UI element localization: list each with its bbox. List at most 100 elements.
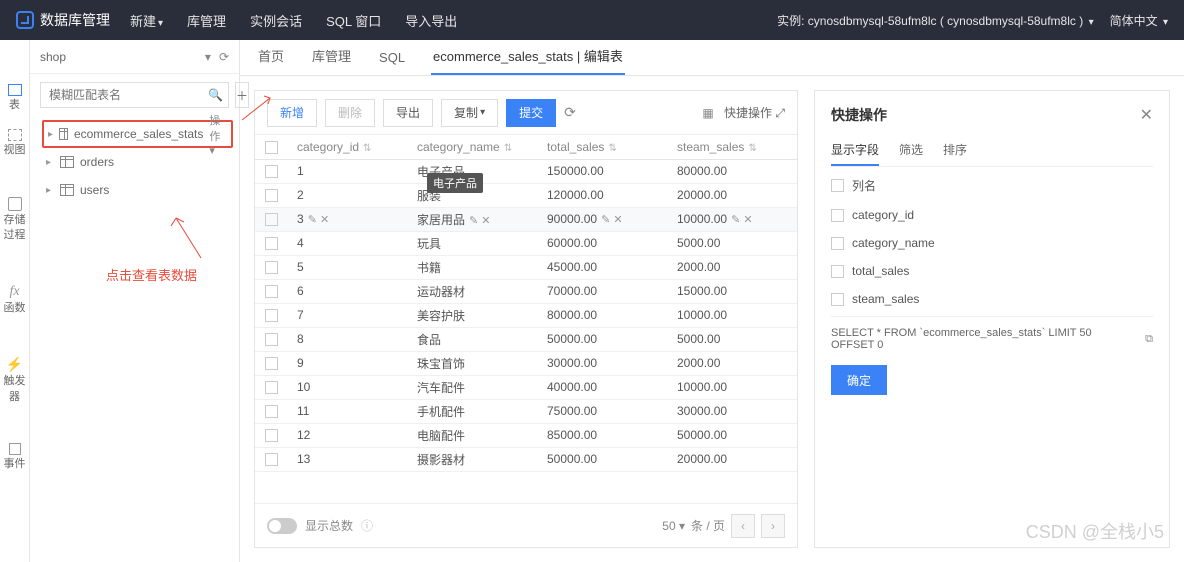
confirm-button[interactable]: 确定 bbox=[831, 365, 887, 395]
expand-icon[interactable]: ▸ bbox=[46, 157, 54, 168]
chevron-down-icon[interactable]: ▾ bbox=[205, 50, 211, 64]
rail-trigger[interactable]: ⚡触发器 bbox=[0, 351, 29, 409]
panel-tab-filter[interactable]: 筛选 bbox=[899, 135, 923, 166]
cell-id[interactable]: 4 bbox=[287, 231, 407, 255]
field-checkbox[interactable] bbox=[831, 237, 844, 250]
table-row[interactable]: 7美容护肤80000.0010000.00 bbox=[255, 303, 797, 327]
tab-home[interactable]: 首页 bbox=[256, 40, 286, 75]
table-row[interactable]: 2服装120000.0020000.00 bbox=[255, 183, 797, 207]
table-row[interactable]: 12电脑配件85000.0050000.00 bbox=[255, 423, 797, 447]
col-header[interactable]: category_name⇅ bbox=[407, 135, 537, 159]
refresh-icon[interactable]: ⟳ bbox=[219, 50, 229, 64]
rail-table[interactable]: 表 bbox=[8, 80, 22, 117]
cell-steam[interactable]: 15000.00 bbox=[667, 279, 797, 303]
cell-name[interactable]: 食品 bbox=[407, 327, 537, 351]
edit-icon[interactable]: ✎ ✕ bbox=[731, 214, 753, 226]
tree-node-ecommerce[interactable]: ▸ ecommerce_sales_stats 操作 ▾ bbox=[42, 120, 233, 148]
cell-total[interactable]: 40000.00 bbox=[537, 375, 667, 399]
cell-id[interactable]: 13 bbox=[287, 447, 407, 471]
menu-import-export[interactable]: 导入导出 bbox=[405, 11, 457, 30]
cell-name[interactable]: 家居用品✎ ✕ bbox=[407, 207, 537, 231]
cell-id[interactable]: 11 bbox=[287, 399, 407, 423]
expand-icon[interactable]: ▸ bbox=[48, 129, 53, 140]
cell-total[interactable]: 30000.00 bbox=[537, 351, 667, 375]
cell-id[interactable]: 2 bbox=[287, 183, 407, 207]
row-checkbox[interactable] bbox=[265, 309, 278, 322]
cell-name[interactable]: 电脑配件 bbox=[407, 423, 537, 447]
cell-total[interactable]: 70000.00 bbox=[537, 279, 667, 303]
cell-steam[interactable]: 5000.00 bbox=[667, 231, 797, 255]
table-row[interactable]: 8食品50000.005000.00 bbox=[255, 327, 797, 351]
cell-name[interactable]: 汽车配件 bbox=[407, 375, 537, 399]
tree-node-users[interactable]: ▸ users bbox=[46, 176, 229, 204]
db-selector[interactable]: shop ▾ ⟳ bbox=[30, 40, 239, 74]
cell-total[interactable]: 150000.00 bbox=[537, 159, 667, 183]
submit-button[interactable]: 提交 bbox=[506, 99, 556, 127]
row-checkbox[interactable] bbox=[265, 381, 278, 394]
edit-icon[interactable]: ✎ ✕ bbox=[601, 214, 623, 226]
select-all-checkbox[interactable] bbox=[265, 141, 278, 154]
next-page-button[interactable]: › bbox=[761, 514, 785, 538]
sort-icon[interactable]: ⇅ bbox=[608, 143, 616, 154]
cell-steam[interactable]: 10000.00✎ ✕ bbox=[667, 207, 797, 231]
row-checkbox[interactable] bbox=[265, 453, 278, 466]
table-row[interactable]: 3✎ ✕家居用品✎ ✕90000.00✎ ✕10000.00✎ ✕ bbox=[255, 207, 797, 231]
grid-icon[interactable]: ▦ bbox=[700, 105, 716, 121]
cell-id[interactable]: 7 bbox=[287, 303, 407, 327]
cell-steam[interactable]: 10000.00 bbox=[667, 303, 797, 327]
instance-selector[interactable]: 实例: cynosdbmysql-58ufm8lc ( cynosdbmysql… bbox=[777, 12, 1093, 29]
panel-tab-fields[interactable]: 显示字段 bbox=[831, 135, 879, 166]
cell-steam[interactable]: 5000.00 bbox=[667, 327, 797, 351]
cell-name[interactable]: 美容护肤 bbox=[407, 303, 537, 327]
field-checkbox[interactable] bbox=[831, 179, 844, 192]
field-checkbox[interactable] bbox=[831, 265, 844, 278]
delete-button[interactable]: 删除 bbox=[325, 99, 375, 127]
row-checkbox[interactable] bbox=[265, 165, 278, 178]
row-checkbox[interactable] bbox=[265, 285, 278, 298]
sort-icon[interactable]: ⇅ bbox=[363, 143, 371, 154]
rail-proc[interactable]: 存储过程 bbox=[0, 193, 29, 248]
table-row[interactable]: 1电子产品150000.0080000.00 bbox=[255, 159, 797, 183]
col-header[interactable]: steam_sales⇅ bbox=[667, 135, 797, 159]
cell-name[interactable]: 运动器材 bbox=[407, 279, 537, 303]
col-header[interactable]: total_sales⇅ bbox=[537, 135, 667, 159]
row-checkbox[interactable] bbox=[265, 189, 278, 202]
cell-id[interactable]: 8 bbox=[287, 327, 407, 351]
cell-steam[interactable]: 20000.00 bbox=[667, 183, 797, 207]
table-row[interactable]: 10汽车配件40000.0010000.00 bbox=[255, 375, 797, 399]
table-row[interactable]: 13摄影器材50000.0020000.00 bbox=[255, 447, 797, 471]
field-checkbox[interactable] bbox=[831, 209, 844, 222]
refresh-icon[interactable]: ⟳ bbox=[564, 104, 576, 121]
cell-total[interactable]: 50000.00 bbox=[537, 327, 667, 351]
cell-id[interactable]: 1 bbox=[287, 159, 407, 183]
rail-event[interactable]: 事件 bbox=[4, 439, 26, 476]
field-checkbox[interactable] bbox=[831, 293, 844, 306]
cell-total[interactable]: 60000.00 bbox=[537, 231, 667, 255]
total-toggle[interactable] bbox=[267, 518, 297, 534]
edit-icon[interactable]: ✎ ✕ bbox=[308, 214, 330, 226]
cell-steam[interactable]: 30000.00 bbox=[667, 399, 797, 423]
tree-node-orders[interactable]: ▸ orders bbox=[46, 148, 229, 176]
cell-id[interactable]: 12 bbox=[287, 423, 407, 447]
cell-name[interactable]: 珠宝首饰 bbox=[407, 351, 537, 375]
expand-icon[interactable]: ▸ bbox=[46, 185, 54, 196]
quick-op-link[interactable]: 快捷操作 ⤢ bbox=[724, 104, 785, 121]
cell-id[interactable]: 9 bbox=[287, 351, 407, 375]
cell-id[interactable]: 3✎ ✕ bbox=[287, 207, 407, 231]
lang-selector[interactable]: 简体中文 ▾ bbox=[1110, 12, 1168, 29]
field-item[interactable]: steam_sales bbox=[831, 292, 1153, 306]
tab-sql[interactable]: SQL bbox=[377, 42, 407, 75]
sort-icon[interactable]: ⇅ bbox=[748, 143, 756, 154]
cell-name[interactable]: 手机配件 bbox=[407, 399, 537, 423]
copy-icon[interactable]: ⧉ bbox=[1145, 333, 1153, 346]
cell-total[interactable]: 50000.00 bbox=[537, 447, 667, 471]
cell-name[interactable]: 摄影器材 bbox=[407, 447, 537, 471]
cell-id[interactable]: 5 bbox=[287, 255, 407, 279]
cell-steam[interactable]: 80000.00 bbox=[667, 159, 797, 183]
row-checkbox[interactable] bbox=[265, 333, 278, 346]
prev-page-button[interactable]: ‹ bbox=[731, 514, 755, 538]
cell-id[interactable]: 10 bbox=[287, 375, 407, 399]
table-row[interactable]: 9珠宝首饰30000.002000.00 bbox=[255, 351, 797, 375]
row-checkbox[interactable] bbox=[265, 405, 278, 418]
row-checkbox[interactable] bbox=[265, 261, 278, 274]
